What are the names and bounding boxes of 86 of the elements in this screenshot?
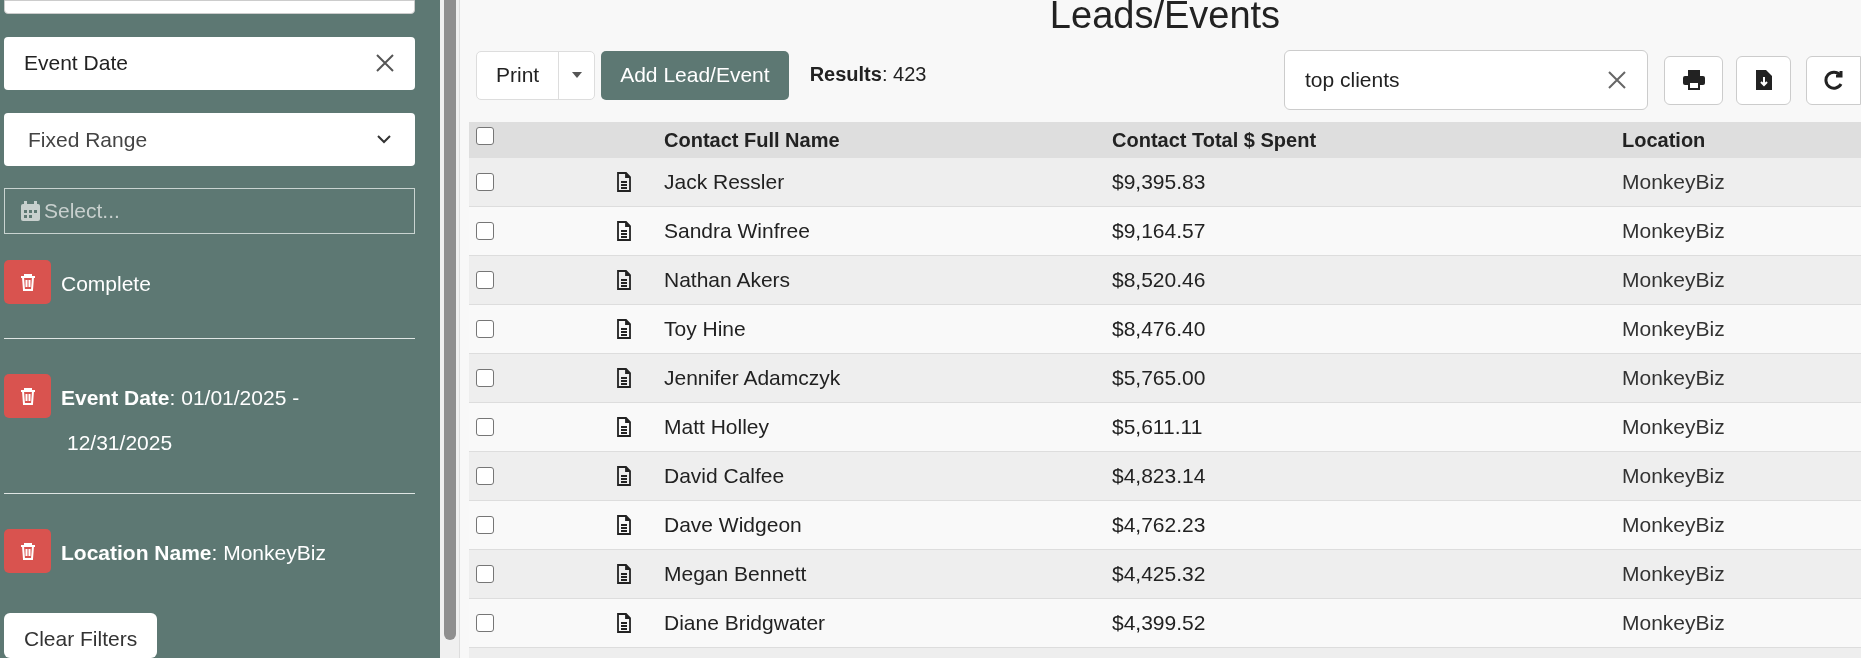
table-cell-text: MonkeyBiz [1622,414,1725,441]
trash-icon [19,541,36,560]
export-button[interactable] [1736,55,1791,105]
document-icon[interactable] [616,417,632,437]
column-header: Contact Full Name [664,128,841,153]
document-icon[interactable] [616,368,632,388]
table-cell-text: MonkeyBiz [1622,316,1725,343]
filter-label: Location Name: MonkeyBiz [61,539,326,566]
document-icon[interactable] [616,466,632,486]
table-cell-text: $4,399.52 [1112,610,1207,637]
delete-button[interactable] [4,259,51,304]
table-cell-text: $5,611.11 [1112,414,1204,441]
column-header: Contact Total $ Spent [1112,128,1318,153]
table-cell-text: MonkeyBiz [1622,169,1725,196]
chevron-down-icon [377,134,391,145]
table-cell-text: Sandra Winfree [664,218,811,245]
table-cell-text: $4,762.23 [1112,512,1207,539]
table-cell-text: $9,395.83 [1112,169,1207,196]
checkbox[interactable] [476,565,494,583]
filter-value: 12/31/2025 [67,430,174,456]
filter-label: Complete [61,270,151,297]
printer-icon [1682,70,1705,90]
document-icon[interactable] [616,270,632,290]
delete-button[interactable] [4,373,51,418]
close-icon[interactable] [1607,70,1627,90]
table-cell-text: Nathan Akers [664,267,792,294]
close-icon[interactable] [375,53,395,74]
table-cell-text: $9,164.57 [1112,218,1207,245]
table-cell-text: $4,823.14 [1112,463,1207,490]
checkbox[interactable] [476,369,494,387]
placeholder-text: Select... [44,198,120,224]
delete-button[interactable] [4,528,51,573]
document-icon[interactable] [616,564,632,584]
table-cell-text: David Calfee [664,463,786,490]
range-select[interactable]: Fixed Range [4,112,415,167]
caret-icon[interactable] [571,72,582,78]
document-icon[interactable] [616,221,632,241]
file-download-icon [1755,70,1772,90]
checkbox[interactable] [476,418,494,436]
table-cell-text: MonkeyBiz [1622,267,1725,294]
table-cell-text: MonkeyBiz [1622,610,1725,637]
print-button[interactable] [1664,55,1723,105]
refresh-button[interactable] [1806,55,1861,105]
checkbox[interactable] [476,467,494,485]
table-cell-text: MonkeyBiz [1622,218,1725,245]
document-icon[interactable] [616,515,632,535]
scrollbar[interactable] [440,0,460,658]
field-select[interactable]: Event Date [4,36,415,90]
table-cell-text: $8,520.46 [1112,267,1207,294]
add-lead-button[interactable]: Add Lead/Event [601,50,789,100]
table-cell-text: MonkeyBiz [1622,561,1725,588]
document-icon[interactable] [616,172,632,192]
table-cell-text: MonkeyBiz [1622,365,1725,392]
calendar-icon [21,200,40,221]
trash-icon [19,272,36,291]
table-cell-text: Jack Ressler [664,169,786,196]
column-header: Location [1622,128,1706,153]
checkbox[interactable] [476,614,494,632]
checkbox[interactable] [476,173,494,191]
results-count: Results: 423 [809,61,927,87]
table-cell-text: MonkeyBiz [1622,463,1725,490]
search-field[interactable]: top clients [1284,50,1648,110]
table-cell-text: MonkeyBiz [1622,512,1725,539]
print-button-group[interactable]: Print [476,50,596,100]
table-cell-text: Megan Bennett [664,561,808,588]
filter-label: Event Date: 01/01/2025 - [61,384,300,411]
document-icon[interactable] [616,613,632,633]
table-cell-text: Dave Widgeon [664,512,803,539]
refresh-icon [1823,70,1844,90]
table-cell-text: Toy Hine [664,316,747,343]
document-icon[interactable] [616,319,632,339]
checkbox[interactable] [476,516,494,534]
checkbox[interactable] [476,271,494,289]
trash-icon [19,386,36,405]
clear-filters-button[interactable]: Clear Filters [4,612,158,658]
table-cell-text: $8,476.40 [1112,316,1207,343]
checkbox[interactable] [476,222,494,240]
table-cell-text: Jennifer Adamczyk [664,365,842,392]
checkbox[interactable] [476,320,494,338]
table-cell-text: $5,765.00 [1112,365,1207,392]
table-cell-text: Matt Holley [664,414,771,441]
table-cell-text: Diane Bridgwater [664,610,827,637]
checkbox[interactable] [476,127,494,145]
input-field[interactable] [4,0,415,14]
page-title: Leads/Events [1048,0,1282,32]
table-cell-text: $4,425.32 [1112,561,1207,588]
